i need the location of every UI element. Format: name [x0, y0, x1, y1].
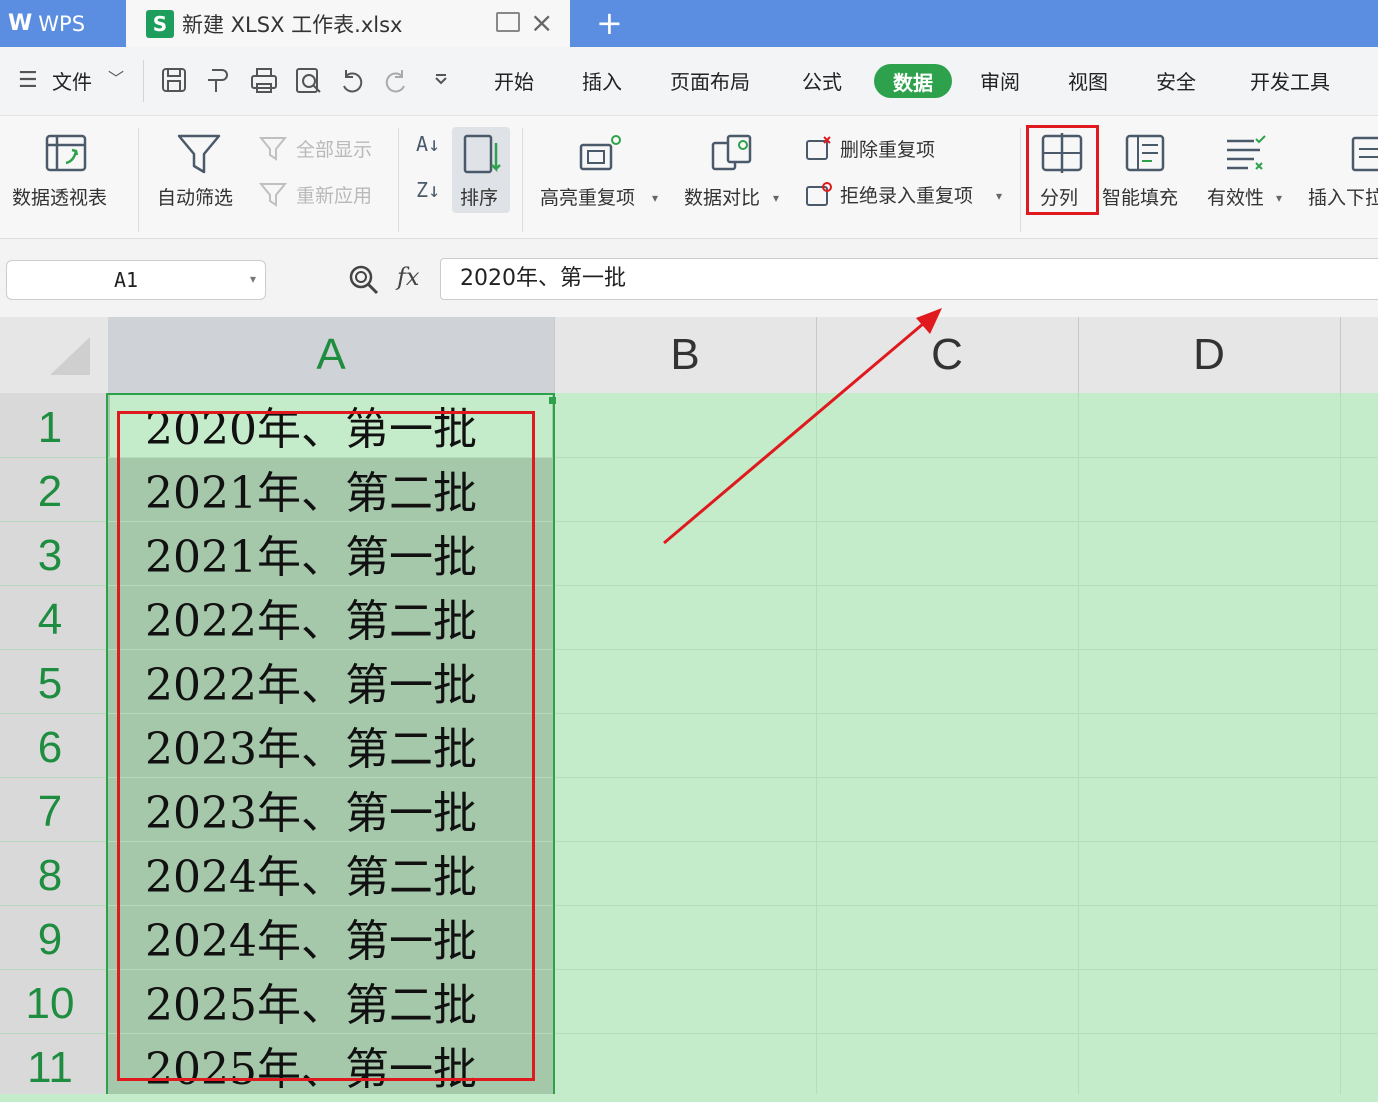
customize-toolbar-chevron-down-icon[interactable]: [435, 74, 447, 85]
row-header[interactable]: 5: [0, 652, 100, 716]
fill-handle[interactable]: [549, 397, 556, 404]
sort-icon: [463, 134, 501, 174]
ribbon-divider: [398, 128, 399, 232]
window-mode-icon[interactable]: [496, 12, 520, 32]
print-icon[interactable]: [251, 68, 277, 93]
column-header-c[interactable]: C: [816, 317, 1078, 393]
file-menu[interactable]: 文件: [52, 68, 92, 96]
tab-review[interactable]: 审阅: [980, 68, 1020, 96]
reject-duplicates-button[interactable]: 拒绝录入重复项: [840, 183, 973, 209]
row-header[interactable]: 2: [0, 460, 100, 524]
insert-dropdown-icon: [1351, 136, 1378, 172]
tab-formulas[interactable]: 公式: [802, 68, 842, 96]
ribbon-divider: [1020, 128, 1021, 232]
row-header[interactable]: 4: [0, 588, 100, 652]
wps-logo-icon: W: [8, 11, 33, 36]
format-painter-icon[interactable]: [208, 69, 228, 92]
search-icon[interactable]: [348, 264, 380, 296]
sort-ascending-icon[interactable]: A↓: [416, 132, 440, 156]
grid-line: [1078, 393, 1079, 1094]
redo-icon[interactable]: [385, 70, 405, 93]
smart-fill-button[interactable]: 智能填充: [1102, 185, 1178, 211]
tab-security[interactable]: 安全: [1156, 68, 1196, 96]
auto-filter-button[interactable]: 自动筛选: [157, 185, 233, 211]
validity-caret-icon[interactable]: ▾: [1276, 185, 1282, 211]
file-menu-chevron-down-icon[interactable]: ﹀: [108, 64, 124, 94]
grid-line: [1340, 393, 1341, 1094]
reapply-funnel-icon: [258, 183, 288, 207]
row-header[interactable]: 7: [0, 780, 100, 844]
remove-duplicates-button[interactable]: 删除重复项: [840, 137, 935, 163]
validity-button[interactable]: 有效性: [1207, 185, 1264, 211]
row-header[interactable]: 9: [0, 908, 100, 972]
sort-descending-icon[interactable]: Z↓: [416, 178, 440, 202]
highlight-duplicates-caret-icon[interactable]: ▾: [652, 185, 658, 211]
formula-input-value: 2020年、第一批: [460, 266, 626, 291]
filter-funnel-icon: [177, 134, 221, 174]
row-header[interactable]: 6: [0, 716, 100, 780]
row-header[interactable]: 11: [0, 1036, 100, 1100]
ribbon-divider: [138, 128, 139, 232]
column-divider: [1340, 317, 1341, 393]
sort-button-label: 排序: [460, 187, 499, 209]
name-box-chevron-down-icon[interactable]: ▾: [250, 272, 256, 286]
wps-home-tab[interactable]: W WPS: [0, 0, 126, 47]
pivot-table-button[interactable]: 数据透视表: [12, 185, 107, 211]
name-box-value: A1: [113, 268, 139, 292]
menu-divider: [143, 60, 144, 102]
select-all-triangle-icon: [50, 337, 90, 375]
column-divider: [554, 317, 555, 393]
print-preview-icon[interactable]: [296, 68, 321, 93]
quick-access-toolbar: [162, 68, 447, 93]
column-header-b[interactable]: B: [554, 317, 816, 393]
validity-icon: [1227, 135, 1266, 170]
tab-page-layout[interactable]: 页面布局: [670, 68, 750, 96]
undo-icon[interactable]: [343, 70, 363, 93]
tab-insert[interactable]: 插入: [582, 68, 622, 96]
column-divider: [816, 317, 817, 393]
ribbon-divider: [522, 128, 523, 232]
row-header[interactable]: 10: [0, 972, 100, 1036]
reapply-button[interactable]: 重新应用: [296, 183, 372, 209]
column-header-a[interactable]: A: [108, 317, 554, 393]
row-header[interactable]: 3: [0, 524, 100, 588]
remove-duplicates-icon: [806, 136, 831, 160]
highlight-duplicates-button[interactable]: 高亮重复项: [540, 185, 635, 211]
show-all-button[interactable]: 全部显示: [296, 137, 372, 163]
tab-view[interactable]: 视图: [1068, 68, 1108, 96]
tab-strip-empty: [570, 0, 1378, 47]
data-compare-caret-icon[interactable]: ▾: [773, 185, 779, 211]
smart-fill-icon: [1125, 134, 1165, 172]
hamburger-menu-icon[interactable]: ☰: [18, 66, 38, 96]
show-all-funnel-icon: [258, 137, 288, 161]
insert-function-icon[interactable]: fx: [397, 263, 419, 291]
reject-duplicates-icon: [806, 182, 832, 206]
pivot-table-icon: [45, 134, 87, 172]
spreadsheet-file-icon: S: [146, 9, 174, 38]
column-divider: [1078, 317, 1079, 393]
save-icon[interactable]: [162, 68, 186, 92]
split-column-annotation-box: [1026, 125, 1099, 215]
data-compare-button[interactable]: 数据对比: [684, 185, 760, 211]
new-tab-plus-icon[interactable]: +: [596, 3, 623, 43]
highlight-duplicates-icon: [579, 135, 621, 171]
insert-dropdown-button[interactable]: 插入下拉: [1308, 185, 1378, 211]
grid-line: [816, 393, 817, 1094]
data-annotation-box: [117, 411, 535, 1081]
close-tab-icon[interactable]: ×: [530, 6, 553, 40]
tab-data[interactable]: 数据: [874, 64, 952, 98]
data-compare-icon: [711, 134, 752, 171]
row-header[interactable]: 8: [0, 844, 100, 908]
reject-duplicates-caret-icon[interactable]: ▾: [996, 183, 1002, 209]
file-tab-title: 新建 XLSX 工作表.xlsx: [182, 12, 403, 37]
tab-developer-tools[interactable]: 开发工具: [1250, 68, 1330, 96]
wps-label: WPS: [38, 11, 86, 36]
row-header[interactable]: 1: [0, 396, 100, 460]
tab-home[interactable]: 开始: [494, 68, 534, 96]
column-header-d[interactable]: D: [1078, 317, 1340, 393]
